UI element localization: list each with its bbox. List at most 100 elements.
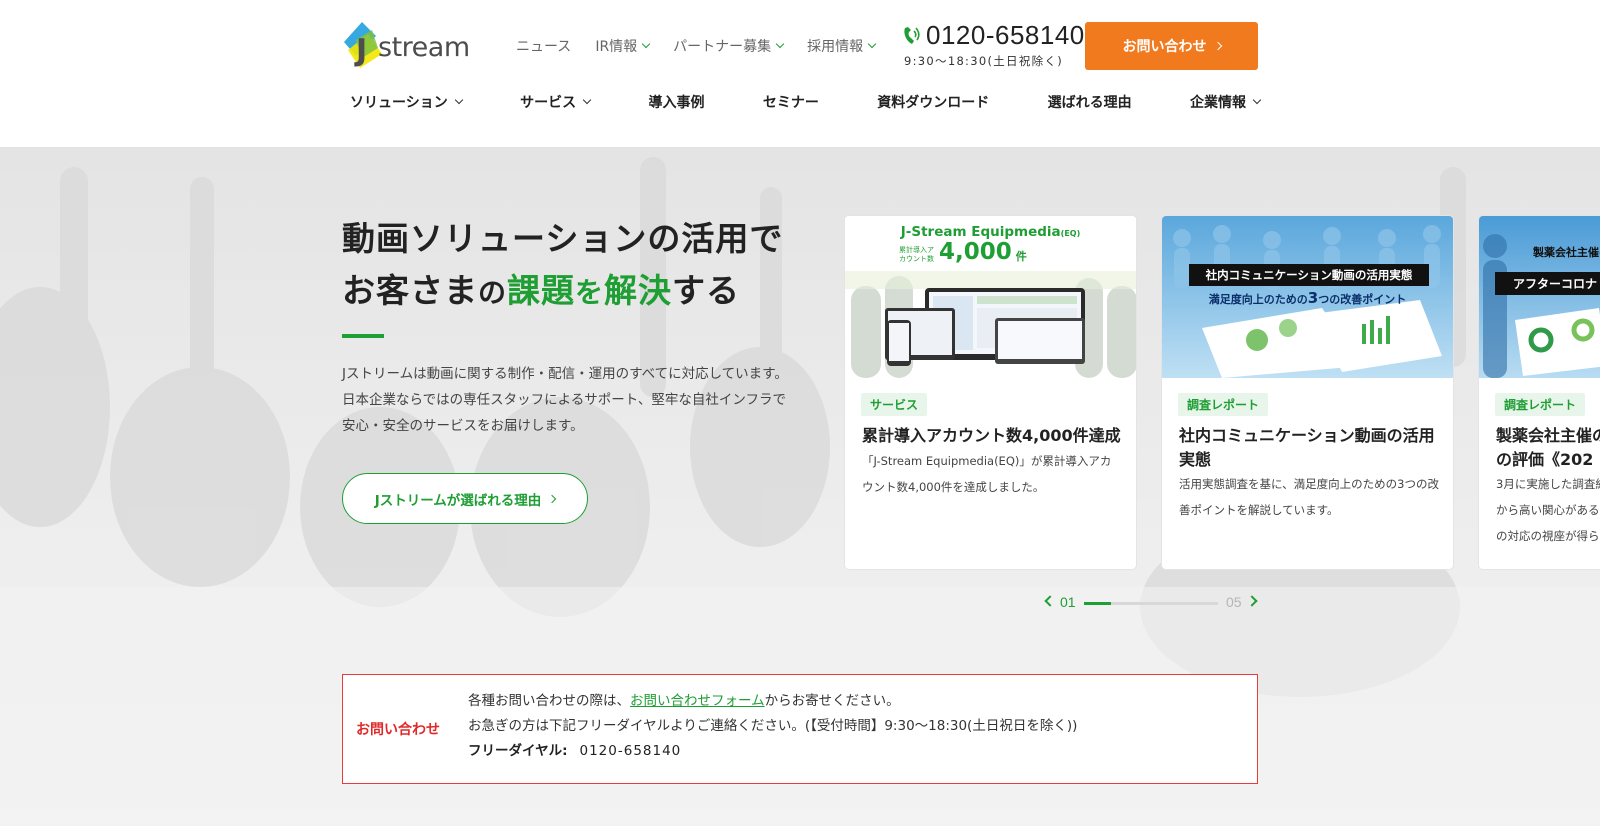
hero-title-highlight: 課題 — [507, 271, 576, 310]
tel-label: フリーダイヤル: — [468, 743, 568, 759]
pharma-report-image — [1483, 234, 1600, 378]
chevron-down-icon — [582, 95, 592, 105]
carousel-pagination: 01 05 — [1042, 593, 1260, 613]
hero-title-highlight: 解決 — [604, 271, 673, 310]
util-nav-label: IR情報 — [595, 39, 638, 55]
card-tag: 調査レポート — [1178, 393, 1269, 416]
inquiry-tel: フリーダイヤル: 0120-658140 — [468, 739, 1077, 764]
tel-number[interactable]: 0120-658140 — [580, 743, 682, 759]
phone-contact[interactable]: 0120-658140 9:30～18:30(土日祝除く) — [902, 20, 1085, 69]
image-sub-part: 満足度向上のための — [1208, 293, 1308, 306]
chevron-right-icon — [548, 494, 557, 503]
hero-description: Jストリームは動画に関する制作・配信・運用のすべてに対応しています。 日本企業な… — [342, 361, 788, 439]
nav-label: 導入事例 — [648, 95, 705, 111]
card-tag: サービス — [861, 393, 928, 416]
logo-text: stream — [378, 32, 470, 63]
card-image: 製薬会社主催の アフターコロナ — [1479, 216, 1600, 378]
svg-text:J: J — [354, 33, 367, 68]
chevron-right-icon — [1213, 41, 1222, 51]
card-image-sub: 満足度向上のための3つの改善ポイント — [1162, 289, 1453, 307]
nav-label: 企業情報 — [1189, 95, 1246, 111]
image-title-text: J-Stream Equipmedia — [900, 224, 1061, 240]
inquiry-text: 各種お問い合わせの際は、 — [468, 693, 630, 709]
inquiry-box: お問い合わせ 各種お問い合わせの際は、お問い合わせフォームからお寄せください。 … — [342, 674, 1258, 784]
image-sub-part: つの改善ポイント — [1318, 293, 1407, 306]
hero-desc-line: 日本企業ならではの専任スタッフによるサポート、堅牢な自社インフラで — [342, 392, 787, 408]
card-image-banner: アフターコロナ — [1495, 272, 1600, 295]
reasons-button-label: Jストリームが選ばれる理由 — [374, 492, 542, 509]
nav-service[interactable]: サービス — [520, 92, 592, 112]
news-card[interactable]: J-Stream Equipmedia(EQ) 累計導入アカウント数 4,000… — [844, 215, 1137, 570]
hero-title-part: する — [672, 271, 741, 310]
carousel-progress-track — [1084, 602, 1218, 605]
nav-seminar[interactable]: セミナー — [763, 92, 819, 112]
image-title-suffix: (EQ) — [1060, 229, 1081, 238]
nav-downloads[interactable]: 資料ダウンロード — [877, 92, 989, 112]
hero-title-part: お客さま — [342, 271, 478, 310]
contact-button-label: お問い合わせ — [1122, 39, 1207, 55]
card-text: 「J-Stream Equipmedia(EQ)」が累計導入アカウント数4,00… — [862, 454, 1112, 494]
jstream-logo[interactable]: J stream — [342, 20, 470, 70]
chevron-down-icon — [1252, 95, 1262, 105]
inquiry-line1: 各種お問い合わせの際は、お問い合わせフォームからお寄せください。 — [468, 689, 1077, 714]
news-card[interactable]: 製薬会社主催の アフターコロナ 調査レポート 製薬会社主催の講演会に対する医師の… — [1478, 215, 1600, 570]
image-sub-part: 3 — [1307, 289, 1319, 307]
nav-case-studies[interactable]: 導入事例 — [648, 92, 704, 112]
util-nav-news[interactable]: ニュース — [516, 36, 571, 56]
nav-reasons[interactable]: 選ばれる理由 — [1048, 92, 1132, 112]
nav-label: サービス — [520, 95, 577, 111]
inquiry-line2: お急ぎの方は下記フリーダイヤルよりご連絡ください。(【受付時間】9:30～18:… — [468, 718, 1078, 734]
slide-total: 05 — [1226, 594, 1242, 610]
card-text: 活用実態調査を基に、満足度向上のための3つの改善ポイントを解説しています。 — [1179, 477, 1439, 517]
main-nav: ソリューション サービス 導入事例 セミナー 資料ダウンロード 選ばれる理由 企… — [350, 92, 1262, 112]
card-image: 社内コミュニケーション動画の活用実態 満足度向上のための3つの改善ポイント — [1162, 216, 1453, 378]
util-nav-label: ニュース — [516, 39, 572, 55]
hero-title-line1: 動画ソリューションの活用で — [342, 219, 784, 258]
image-count-text: 4,000 — [939, 239, 1012, 265]
chevron-left-icon[interactable] — [1044, 595, 1056, 607]
util-nav-ir[interactable]: IR情報 — [595, 36, 651, 56]
card-tag: 調査レポート — [1495, 393, 1586, 416]
card-image: J-Stream Equipmedia(EQ) 累計導入アカウント数 4,000… — [845, 216, 1136, 378]
phone-number: 0120-658140 — [926, 20, 1085, 50]
nav-company[interactable]: 企業情報 — [1189, 92, 1262, 112]
news-card[interactable]: 社内コミュニケーション動画の活用実態 満足度向上のための3つの改善ポイント 調査… — [1161, 215, 1454, 570]
slide-current: 01 — [1060, 594, 1076, 610]
card-image-banner: 社内コミュニケーション動画の活用実態 — [1189, 264, 1429, 286]
phone-hours: 9:30～18:30(土日祝除く) — [904, 54, 1064, 68]
nav-label: 資料ダウンロード — [877, 95, 990, 111]
util-nav-label: 採用情報 — [807, 39, 864, 55]
hero-accent-bar — [342, 334, 384, 338]
card-image-count: 累計導入アカウント数 4,000 件 — [899, 240, 1027, 264]
hero-title-part: の — [478, 276, 508, 309]
nav-label: ソリューション — [350, 95, 448, 111]
hero-section: 動画ソリューションの活用で お客さまの課題を解決する Jストリームは動画に関する… — [0, 147, 1600, 826]
util-nav-recruit[interactable]: 採用情報 — [807, 36, 877, 56]
hero-title-highlight: を — [575, 276, 605, 309]
util-nav-label: パートナー募集 — [673, 39, 772, 55]
nav-solution[interactable]: ソリューション — [350, 92, 463, 112]
util-nav-partner[interactable]: パートナー募集 — [673, 36, 785, 56]
card-title: 製薬会社主催の講演会に対する医師の評価《202 — [1496, 426, 1600, 469]
card-title: 累計導入アカウント数4,000件達成 — [862, 426, 1121, 445]
inquiry-body: 各種お問い合わせの際は、お問い合わせフォームからお寄せください。 お急ぎの方は下… — [468, 689, 1077, 764]
hero-desc-line: 安心・安全のサービスをお届けします。 — [342, 418, 584, 434]
reasons-button[interactable]: Jストリームが選ばれる理由 — [342, 473, 588, 524]
image-unit-text: 件 — [1015, 250, 1027, 263]
inquiry-label: お問い合わせ — [356, 722, 440, 738]
inquiry-form-link[interactable]: お問い合わせフォーム — [630, 693, 765, 709]
hero-desc-line: Jストリームは動画に関する制作・配信・運用のすべてに対応しています。 — [342, 366, 788, 382]
contact-button[interactable]: お問い合わせ — [1085, 22, 1258, 70]
chevron-down-icon — [867, 39, 877, 49]
nav-label: セミナー — [762, 95, 819, 111]
card-text: 3月に実施した調査結果から高い関心があることの対応の視座が得ら — [1496, 477, 1600, 543]
hero-title: 動画ソリューションの活用で お客さまの課題を解決する — [342, 213, 783, 319]
card-title: 社内コミュニケーション動画の活用実態 — [1179, 426, 1435, 469]
site-header: J stream ニュース IR情報 パートナー募集 採用情報 0120-658… — [0, 0, 1600, 147]
chevron-right-icon[interactable] — [1246, 595, 1258, 607]
chevron-down-icon — [641, 39, 651, 49]
phone-icon — [904, 26, 920, 44]
utility-nav: ニュース IR情報 パートナー募集 採用情報 — [516, 36, 877, 56]
card-image-banner-top: 製薬会社主催の — [1533, 246, 1600, 259]
carousel-progress-fill — [1084, 602, 1111, 605]
